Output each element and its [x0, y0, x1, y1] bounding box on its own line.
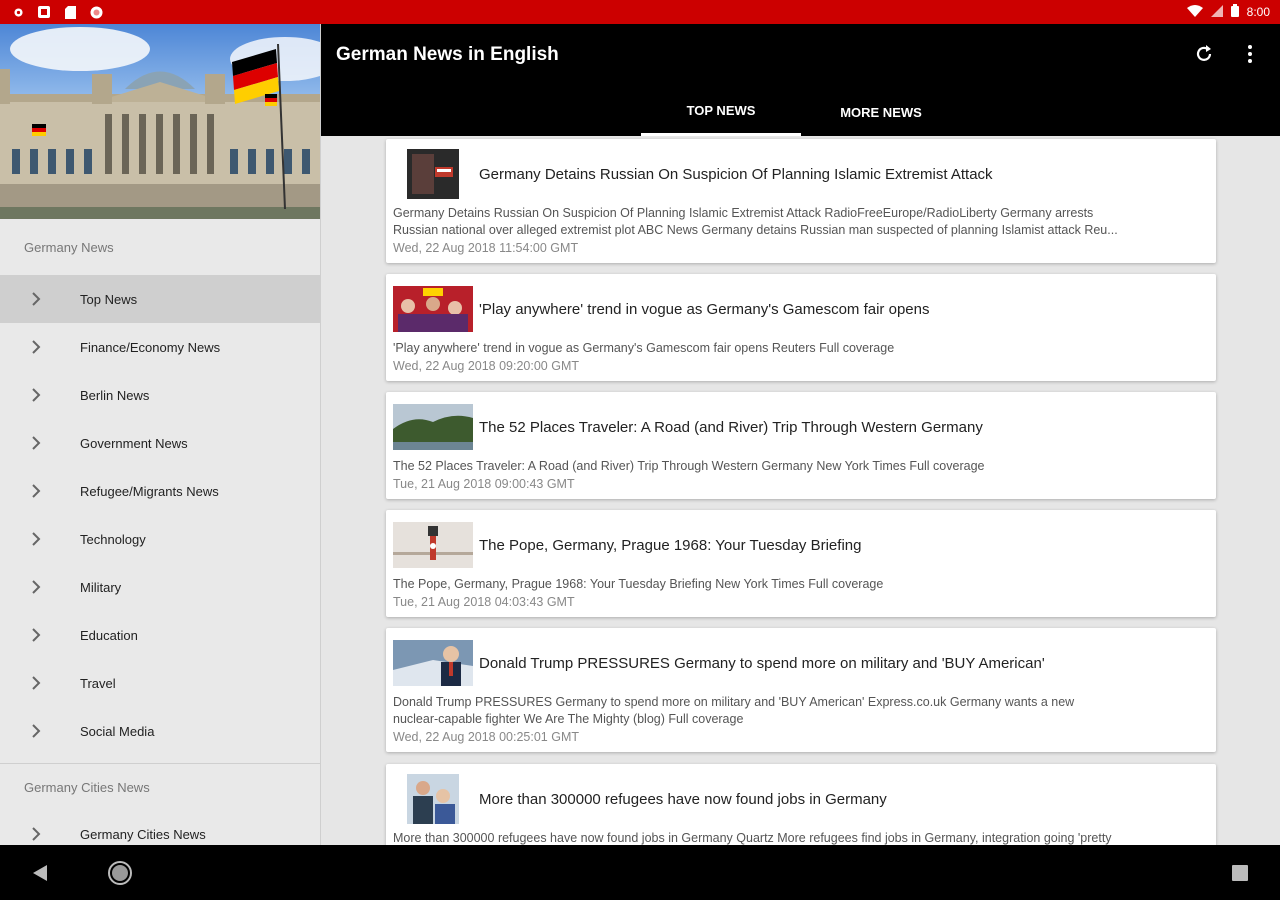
article-date: Tue, 21 Aug 2018 04:03:43 GMT	[393, 595, 575, 609]
article-thumbnail	[393, 286, 473, 332]
article-description: Germany Detains Russian On Suspicion Of …	[393, 206, 1094, 220]
drawer-item-label: Berlin News	[80, 387, 150, 403]
article-title: Germany Detains Russian On Suspicion Of …	[479, 165, 993, 183]
app-bar: German News in English TOP NEWS MORE NEW…	[321, 24, 1280, 136]
news-card[interactable]: Germany Detains Russian On Suspicion Of …	[386, 139, 1216, 263]
back-icon	[33, 865, 47, 881]
chevron-right-icon	[28, 627, 44, 643]
home-icon	[108, 861, 132, 885]
drawer-section-germany-news: Germany News	[24, 239, 114, 255]
chevron-right-icon	[28, 579, 44, 595]
drawer-item-label: Social Media	[80, 723, 155, 739]
drawer-item-berlin-news[interactable]: Berlin News	[0, 371, 320, 419]
article-description: Donald Trump PRESSURES Germany to spend …	[393, 695, 1075, 709]
drawer-item-label: Government News	[80, 435, 188, 451]
recents-button[interactable]	[1226, 859, 1254, 887]
chevron-right-icon	[28, 723, 44, 739]
article-description: Russian national over alleged extremist …	[393, 223, 1118, 237]
chevron-right-icon	[28, 339, 44, 355]
drawer-item-government-news[interactable]: Government News	[0, 419, 320, 467]
article-thumbnail	[407, 774, 459, 824]
tab-top-news[interactable]: TOP NEWS	[641, 88, 801, 136]
drawer-item-label: Germany Cities News	[80, 826, 206, 842]
drawer-item-top-news[interactable]: Top News	[0, 275, 320, 323]
drawer-header-image	[0, 24, 320, 219]
news-feed[interactable]: Germany Detains Russian On Suspicion Of …	[321, 136, 1280, 845]
settings-icon	[10, 4, 26, 20]
back-button[interactable]	[26, 859, 54, 887]
article-description: More than 300000 refugees have now found…	[393, 831, 1112, 845]
article-thumbnail	[407, 149, 459, 199]
drawer-section-germany-cities-news: Germany Cities News	[24, 779, 150, 795]
drawer-item-label: Technology	[80, 531, 146, 547]
article-title: Donald Trump PRESSURES Germany to spend …	[479, 654, 1045, 672]
drawer-item-label: Education	[80, 627, 138, 643]
more-vert-icon	[1248, 45, 1252, 63]
status-time: 8:00	[1246, 5, 1270, 19]
drawer-item-label: Finance/Economy News	[80, 339, 221, 355]
article-title: The Pope, Germany, Prague 1968: Your Tue…	[479, 536, 862, 554]
battery-icon	[1230, 4, 1239, 20]
article-description: The Pope, Germany, Prague 1968: Your Tue…	[393, 577, 884, 591]
drawer-item-label: Travel	[80, 675, 116, 691]
tab-bar: TOP NEWS MORE NEWS	[641, 88, 961, 136]
chevron-right-icon	[28, 531, 44, 547]
drawer-item-germany-cities-news[interactable]: Germany Cities News	[0, 810, 320, 845]
sd-card-icon	[62, 4, 78, 20]
refresh-icon	[1196, 45, 1212, 61]
chevron-right-icon	[28, 291, 44, 307]
refresh-button[interactable]	[1192, 42, 1216, 66]
chevron-right-icon	[28, 826, 44, 842]
news-card[interactable]: The 52 Places Traveler: A Road (and Rive…	[386, 392, 1216, 499]
wifi-icon	[1186, 4, 1203, 20]
article-description: nuclear-capable fighter We Are The Might…	[393, 712, 744, 726]
status-bar: 8:00	[0, 0, 1280, 24]
notification-icon	[36, 4, 52, 20]
chevron-right-icon	[28, 483, 44, 499]
system-navigation-bar	[0, 845, 1280, 900]
home-button[interactable]	[106, 859, 134, 887]
article-date: Wed, 22 Aug 2018 09:20:00 GMT	[393, 359, 580, 373]
drawer-item-technology[interactable]: Technology	[0, 515, 320, 563]
chevron-right-icon	[28, 675, 44, 691]
drawer-item-finance-economy-news[interactable]: Finance/Economy News	[0, 323, 320, 371]
drawer-item-label: Top News	[80, 291, 138, 307]
drawer-item-refugee-migrants-news[interactable]: Refugee/Migrants News	[0, 467, 320, 515]
drawer-item-military[interactable]: Military	[0, 563, 320, 611]
chevron-right-icon	[28, 387, 44, 403]
news-card[interactable]: The Pope, Germany, Prague 1968: Your Tue…	[386, 510, 1216, 617]
article-title: The 52 Places Traveler: A Road (and Rive…	[479, 418, 983, 436]
signal-icon	[1210, 4, 1223, 20]
article-date: Wed, 22 Aug 2018 11:54:00 GMT	[393, 241, 579, 255]
alert-icon	[88, 4, 104, 20]
article-date: Tue, 21 Aug 2018 09:00:43 GMT	[393, 477, 575, 491]
news-card[interactable]: More than 300000 refugees have now found…	[386, 764, 1216, 845]
article-thumbnail	[393, 522, 473, 568]
article-thumbnail	[393, 404, 473, 450]
article-date: Wed, 22 Aug 2018 00:25:01 GMT	[393, 730, 580, 744]
drawer-item-label: Military	[80, 579, 122, 595]
recents-icon	[1232, 865, 1248, 881]
drawer-item-education[interactable]: Education	[0, 611, 320, 659]
drawer-item-social-media[interactable]: Social Media	[0, 707, 320, 755]
article-title: 'Play anywhere' trend in vogue as German…	[479, 300, 930, 318]
chevron-right-icon	[28, 435, 44, 451]
news-card[interactable]: Donald Trump PRESSURES Germany to spend …	[386, 628, 1216, 752]
navigation-drawer: Germany News Top News Finance/Economy Ne…	[0, 24, 321, 845]
tab-more-news[interactable]: MORE NEWS	[801, 88, 961, 136]
article-title: More than 300000 refugees have now found…	[479, 790, 887, 808]
app-title: German News in English	[336, 44, 559, 65]
overflow-menu-button[interactable]	[1238, 42, 1262, 66]
article-thumbnail	[393, 640, 473, 686]
news-card[interactable]: 'Play anywhere' trend in vogue as German…	[386, 274, 1216, 381]
drawer-item-travel[interactable]: Travel	[0, 659, 320, 707]
drawer-item-label: Refugee/Migrants News	[80, 483, 219, 499]
article-description: The 52 Places Traveler: A Road (and Rive…	[393, 459, 985, 473]
article-description: 'Play anywhere' trend in vogue as German…	[393, 341, 895, 355]
